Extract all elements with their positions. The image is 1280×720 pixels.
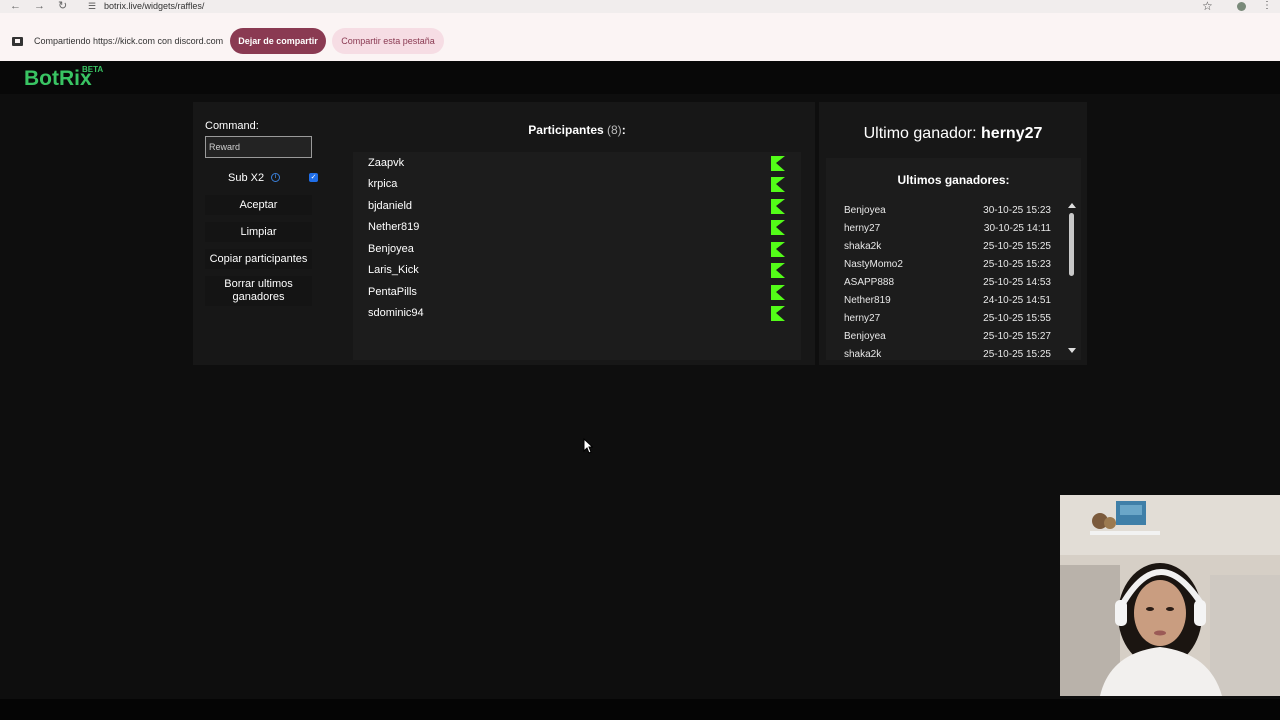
kick-icon: [771, 199, 785, 214]
participant-name: Zaapvk: [368, 157, 405, 169]
winner-name: herny27: [844, 223, 881, 234]
winner-date: 25-10-25 14:53: [983, 277, 1051, 288]
kick-icon: [771, 242, 785, 257]
winner-row: herny27 25-10-25 15:55: [844, 313, 1054, 331]
winner-date: 30-10-25 15:23: [983, 205, 1051, 216]
site-settings-icon[interactable]: ☰: [88, 0, 96, 12]
participant-name: sdominic94: [368, 307, 424, 319]
kick-icon: [771, 177, 785, 192]
more-menu-icon[interactable]: ⋮: [1262, 0, 1272, 12]
winner-row: shaka2k 25-10-25 15:25: [844, 241, 1054, 259]
winner-name: Nether819: [844, 295, 891, 306]
command-input[interactable]: [205, 136, 312, 158]
winner-date: 25-10-25 15:25: [983, 349, 1051, 360]
last-winner-heading: Ultimo ganador: herny27: [819, 125, 1087, 143]
recent-winners-list: Ultimos ganadores: Benjoyea 30-10-25 15:2…: [826, 158, 1081, 360]
participants-title: Participantes (8):: [353, 123, 801, 137]
participant-row[interactable]: Laris_Kick: [353, 260, 801, 281]
kick-icon: [771, 220, 785, 235]
sub-x2-label: Sub X2: [228, 172, 265, 184]
participant-row[interactable]: Benjoyea: [353, 239, 801, 260]
command-label: Command:: [205, 120, 259, 132]
scrollbar-thumb[interactable]: [1069, 213, 1074, 276]
participant-row[interactable]: bjdanield: [353, 196, 801, 217]
winner-date: 30-10-25 14:11: [983, 223, 1051, 234]
winner-row: ASAPP888 25-10-25 14:53: [844, 277, 1054, 295]
winner-date: 24-10-25 14:51: [983, 295, 1051, 306]
forward-icon[interactable]: →: [34, 0, 45, 12]
last-winner-label: Ultimo ganador:: [863, 125, 977, 142]
app-header: [0, 61, 1280, 94]
winner-row: NastyMomo2 25-10-25 15:23: [844, 259, 1054, 277]
kick-icon: [771, 156, 785, 171]
last-winner-name: herny27: [981, 125, 1043, 142]
winner-name: Benjoyea: [844, 205, 886, 216]
winner-name: NastyMomo2: [844, 259, 903, 270]
winner-date: 25-10-25 15:25: [983, 241, 1051, 252]
kick-icon: [771, 263, 785, 278]
participant-row[interactable]: PentaPills: [353, 282, 801, 303]
participants-title-colon: :: [621, 123, 626, 137]
participant-row[interactable]: Zaapvk: [353, 153, 801, 174]
webcam-overlay: [1060, 495, 1280, 696]
bottom-bar: [0, 699, 1280, 720]
reload-icon[interactable]: ↻: [58, 0, 67, 12]
participant-row[interactable]: sdominic94: [353, 303, 801, 324]
participant-name: krpica: [368, 178, 398, 190]
winner-name: shaka2k: [844, 241, 882, 252]
back-icon[interactable]: ←: [10, 0, 21, 12]
participant-name: Laris_Kick: [368, 264, 419, 276]
stop-sharing-button[interactable]: Dejar de compartir: [230, 28, 326, 54]
winner-date: 25-10-25 15:23: [983, 259, 1051, 270]
winner-date: 25-10-25 15:55: [983, 313, 1051, 324]
participants-list: Zaapvk krpica bjdanield Nether819 Benjoy…: [353, 152, 801, 360]
scroll-down-arrow-icon[interactable]: [1068, 348, 1076, 353]
winner-name: ASAPP888: [844, 277, 895, 288]
kick-icon: [771, 285, 785, 300]
participant-name: PentaPills: [368, 286, 417, 298]
recent-winners-title: Ultimos ganadores:: [897, 173, 1010, 187]
winner-row: Nether819 24-10-25 14:51: [844, 295, 1054, 313]
winner-row: shaka2k 25-10-25 15:25: [844, 349, 1054, 360]
participant-row[interactable]: Nether819: [353, 217, 801, 238]
winner-name: shaka2k: [844, 349, 882, 360]
share-status-text: Compartiendo https://kick.com con discor…: [34, 36, 224, 46]
winner-row: Benjoyea 25-10-25 15:27: [844, 331, 1054, 349]
info-icon[interactable]: i: [271, 173, 280, 182]
accept-button[interactable]: Aceptar: [205, 195, 312, 215]
participant-name: Benjoyea: [368, 243, 414, 255]
winner-name: Benjoyea: [844, 331, 886, 342]
participants-count: (8): [607, 123, 622, 137]
beta-badge: BETA: [82, 65, 104, 74]
webcam-person-image: [1060, 495, 1280, 696]
screen-share-bar: Compartiendo https://kick.com con discor…: [0, 13, 1280, 61]
browser-address-bar: ← → ↻ ☰ botrix.live/widgets/raffles/ ☆ ⋮: [0, 0, 1280, 13]
participant-name: Nether819: [368, 221, 420, 233]
share-this-tab-button[interactable]: Compartir esta pestaña: [332, 28, 444, 54]
participants-title-text: Participantes: [528, 123, 604, 137]
winner-name: herny27: [844, 313, 881, 324]
url-text[interactable]: botrix.live/widgets/raffles/: [104, 0, 204, 12]
winner-row: Benjoyea 30-10-25 15:23: [844, 205, 1054, 223]
kick-icon: [771, 306, 785, 321]
participant-name: bjdanield: [368, 200, 413, 212]
participant-row[interactable]: krpica: [353, 174, 801, 195]
copy-participants-button[interactable]: Copiar participantes: [205, 249, 312, 269]
mouse-cursor-icon: [583, 438, 593, 454]
winner-date: 25-10-25 15:27: [983, 331, 1051, 342]
screen-share-icon: [12, 37, 23, 46]
sub-x2-checkbox[interactable]: ✓: [309, 173, 318, 182]
sub-x2-row: Sub X2 i ✓: [205, 170, 320, 186]
scroll-up-arrow-icon[interactable]: [1068, 203, 1076, 208]
extension-icon[interactable]: [1237, 2, 1246, 11]
clear-button[interactable]: Limpiar: [205, 222, 312, 242]
delete-winners-button[interactable]: Borrar ultimos ganadores: [205, 276, 312, 306]
bookmark-star-icon[interactable]: ☆: [1202, 0, 1213, 13]
winner-row: herny27 30-10-25 14:11: [844, 223, 1054, 241]
